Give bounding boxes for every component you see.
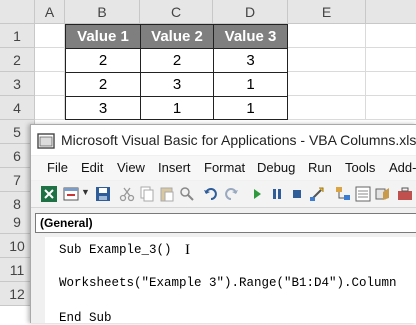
row-header-3[interactable]: 3 <box>0 72 35 96</box>
vba-menu-bar: File Edit View Insert Format Debug Run T… <box>31 156 416 180</box>
run-icon[interactable] <box>249 186 265 202</box>
vba-title-bar[interactable]: Microsoft Visual Basic for Applications … <box>31 125 416 155</box>
cell-f3[interactable] <box>366 72 416 96</box>
column-header-e[interactable]: E <box>288 0 366 24</box>
menu-debug[interactable]: Debug <box>257 160 295 175</box>
cell-f2[interactable] <box>366 48 416 72</box>
copy-icon[interactable] <box>139 186 155 202</box>
menu-run[interactable]: Run <box>308 160 332 175</box>
cell-a1[interactable] <box>35 24 65 48</box>
menu-file[interactable]: File <box>47 160 68 175</box>
cell-f1[interactable] <box>366 24 416 48</box>
toolbox-icon[interactable] <box>397 186 413 202</box>
column-header-b[interactable]: B <box>65 0 140 24</box>
vba-editor-window[interactable]: Microsoft Visual Basic for Applications … <box>30 124 416 325</box>
table-cell-c4[interactable]: 1 <box>140 96 214 120</box>
table-header-value-2[interactable]: Value 2 <box>140 24 214 49</box>
code-line-3[interactable]: End Sub <box>59 311 112 325</box>
object-browser-icon[interactable] <box>375 186 391 202</box>
excel-view-icon[interactable] <box>41 186 57 202</box>
save-icon[interactable] <box>95 186 111 202</box>
paste-icon[interactable] <box>159 186 175 202</box>
table-cell-c3[interactable]: 3 <box>140 72 214 97</box>
insert-userform-icon[interactable] <box>63 186 79 202</box>
design-mode-icon[interactable] <box>309 186 325 202</box>
properties-window-icon[interactable] <box>355 186 371 202</box>
row-header-2[interactable]: 2 <box>0 48 35 72</box>
table-cell-b3[interactable]: 2 <box>65 72 141 97</box>
table-cell-b2[interactable]: 2 <box>65 48 141 73</box>
table-header-value-1[interactable]: Value 1 <box>65 24 141 49</box>
table-cell-c2[interactable]: 2 <box>140 48 214 73</box>
row-header-1[interactable]: 1 <box>0 24 35 48</box>
select-all-corner[interactable] <box>0 0 35 24</box>
column-header-a[interactable]: A <box>35 0 65 24</box>
reset-icon[interactable] <box>289 186 305 202</box>
cell-a4[interactable] <box>35 96 65 120</box>
code-line-1[interactable]: Sub Example_3() <box>59 243 172 257</box>
vba-app-icon <box>37 133 55 149</box>
project-explorer-icon[interactable] <box>335 186 351 202</box>
code-line-2[interactable]: Worksheets("Example 3").Range("B1:D4").C… <box>59 276 397 290</box>
table-cell-d4[interactable]: 1 <box>213 96 288 120</box>
break-icon[interactable] <box>269 186 285 202</box>
cell-e4[interactable] <box>288 96 366 120</box>
table-header-value-3[interactable]: Value 3 <box>213 24 288 49</box>
menu-edit[interactable]: Edit <box>81 160 103 175</box>
redo-icon[interactable] <box>223 186 239 202</box>
menu-tools[interactable]: Tools <box>345 160 375 175</box>
table-cell-b4[interactable]: 3 <box>65 96 141 120</box>
undo-icon[interactable] <box>203 186 219 202</box>
menu-insert[interactable]: Insert <box>158 160 191 175</box>
object-selector-dropdown[interactable]: (General) <box>35 213 416 233</box>
menu-view[interactable]: View <box>117 160 145 175</box>
column-header-next[interactable] <box>366 0 416 24</box>
table-cell-d2[interactable]: 3 <box>213 48 288 73</box>
column-header-d[interactable]: D <box>213 0 288 24</box>
find-icon[interactable] <box>179 186 195 202</box>
vba-window-title: Microsoft Visual Basic for Applications … <box>61 132 416 148</box>
menu-format[interactable]: Format <box>204 160 245 175</box>
cell-a3[interactable] <box>35 72 65 96</box>
column-header-c[interactable]: C <box>140 0 213 24</box>
cell-e3[interactable] <box>288 72 366 96</box>
code-window[interactable]: Sub Example_3() I Worksheets("Example 3"… <box>45 237 416 325</box>
cell-e1[interactable] <box>288 24 366 48</box>
cell-f4[interactable] <box>366 96 416 120</box>
menu-add-ins[interactable]: Add- <box>389 160 416 175</box>
row-header-4[interactable]: 4 <box>0 96 35 120</box>
text-cursor: I <box>185 242 190 258</box>
vba-standard-toolbar: ▼ <box>31 181 416 208</box>
cell-a2[interactable] <box>35 48 65 72</box>
cut-icon[interactable] <box>119 186 135 202</box>
table-cell-d3[interactable]: 1 <box>213 72 288 97</box>
chevron-down-icon[interactable]: ▼ <box>81 187 90 197</box>
cell-e2[interactable] <box>288 48 366 72</box>
